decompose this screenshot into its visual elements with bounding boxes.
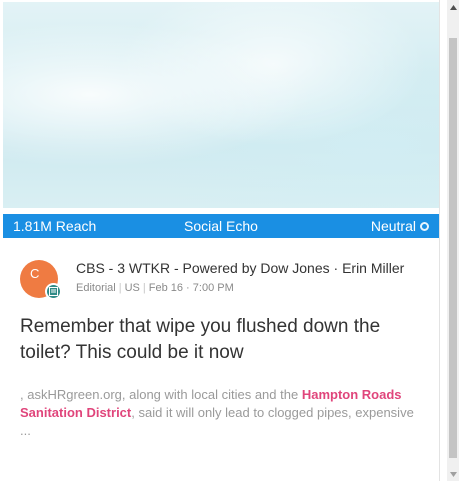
sentiment-indicator[interactable]: Neutral bbox=[371, 218, 429, 234]
scrollbar-thumb[interactable] bbox=[449, 38, 457, 458]
article-headline[interactable]: Remember that wipe you flushed down the … bbox=[20, 314, 425, 366]
scroll-up-arrow-icon[interactable] bbox=[447, 0, 459, 14]
sentiment-label: Neutral bbox=[370, 218, 416, 234]
reach-value: 1.81M Reach bbox=[13, 218, 97, 234]
editorial-badge-icon bbox=[45, 283, 62, 300]
publish-date: Feb 16 · 7:00 PM bbox=[148, 282, 234, 294]
mention-card[interactable]: 1.81M Reach Social Echo Neutral C CBS - … bbox=[0, 0, 440, 481]
meta-divider: | bbox=[118, 282, 122, 294]
article-meta: Editorial | US | Feb 16 · 7:00 PM bbox=[76, 282, 234, 294]
author-row: C CBS - 3 WTKR - Powered by Dow Jones · … bbox=[20, 254, 435, 304]
avatar-letter: C bbox=[30, 266, 40, 281]
vertical-scrollbar[interactable] bbox=[447, 0, 459, 481]
scroll-down-arrow-icon[interactable] bbox=[447, 467, 459, 481]
snippet-text: , askHRgreen.org, along with local citie… bbox=[20, 387, 302, 402]
source-name-link[interactable]: CBS - 3 WTKR - Powered by Dow Jones · Er… bbox=[76, 260, 434, 276]
metric-bar: 1.81M Reach Social Echo Neutral bbox=[3, 214, 439, 238]
article-snippet: , askHRgreen.org, along with local citie… bbox=[20, 386, 420, 440]
category-label: Editorial bbox=[76, 282, 116, 294]
article-image[interactable] bbox=[3, 2, 439, 208]
neutral-ring-icon bbox=[420, 221, 429, 231]
meta-divider: | bbox=[142, 282, 146, 294]
country-label: US bbox=[124, 282, 140, 294]
